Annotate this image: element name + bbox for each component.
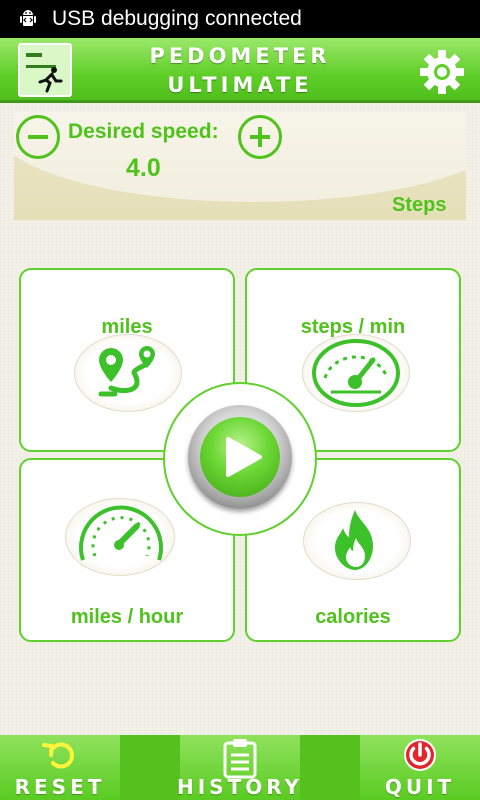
reset-label: RESET [14, 775, 106, 799]
start-button[interactable] [188, 405, 292, 509]
calories-label: calories [315, 606, 391, 628]
speedometer-icon [312, 339, 400, 407]
app-logo-icon [18, 43, 72, 97]
clipboard-icon [223, 739, 257, 779]
reset-button[interactable]: RESET [0, 735, 120, 800]
desired-speed-value: 4.0 [126, 154, 161, 182]
flame-icon [335, 510, 373, 570]
desired-speed-label: Desired speed: [68, 120, 219, 143]
gauge-icon [79, 505, 163, 561]
route-pin-icon [98, 346, 155, 397]
app-title-line1: PEDOMETER [149, 44, 331, 68]
status-bar: USB debugging connected [0, 0, 480, 38]
miles-per-hour-label: miles / hour [70, 606, 184, 628]
decrease-speed-button[interactable] [16, 115, 60, 159]
app-header: PEDOMETER ULTIMATE [0, 38, 480, 103]
history-label: HISTORY [176, 775, 304, 799]
increase-speed-button[interactable] [238, 115, 282, 159]
gear-icon[interactable] [418, 48, 466, 96]
play-icon [226, 437, 262, 477]
undo-icon [42, 742, 75, 769]
minus-icon [28, 135, 48, 139]
speed-unit-label: Steps [392, 194, 447, 216]
quit-button[interactable]: QUIT [360, 735, 480, 800]
desired-speed-panel: Desired speed: 4.0 Steps [14, 112, 466, 220]
status-text: USB debugging connected [52, 7, 302, 30]
app-title-line2: ULTIMATE [167, 73, 313, 97]
quit-label: QUIT [384, 775, 456, 799]
history-button[interactable]: HISTORY [120, 735, 360, 800]
android-debug-icon [20, 10, 36, 26]
bottom-toolbar: RESET HISTORY QUIT [0, 735, 480, 800]
power-icon [404, 739, 436, 771]
